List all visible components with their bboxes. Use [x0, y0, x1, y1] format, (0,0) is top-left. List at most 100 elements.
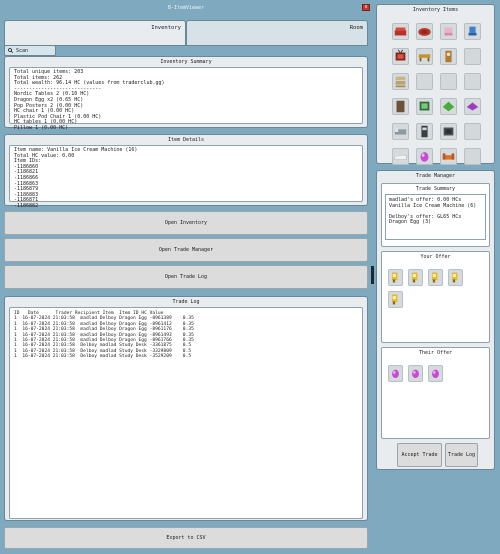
accept-trade-button[interactable]: Accept Trade: [397, 443, 442, 467]
scan-label: Scan: [16, 47, 29, 54]
inventory-item-slot[interactable]: [392, 48, 409, 65]
item-details-lines: Item name: Vanilla Ice Cream Machine (16…: [10, 146, 362, 212]
table-cell: -8961493: [149, 332, 183, 338]
their-offer-slot[interactable]: [428, 365, 443, 382]
trade-log-button[interactable]: Trade Log: [445, 443, 478, 467]
inventory-item-slot[interactable]: [392, 98, 409, 115]
trade-log-table[interactable]: ID Date Trader Recipient Item Item ID HC…: [9, 307, 363, 519]
table-cell: -8961176: [149, 327, 183, 333]
table-cell: madlad: [80, 327, 100, 333]
their-offer-slot[interactable]: [388, 365, 403, 382]
table-cell: 0.35: [182, 327, 200, 333]
tab-inventory-label: Inventory: [151, 25, 181, 31]
table-row[interactable]: 1 16-07-2024 21:03:58 Delboy madlad Stud…: [14, 354, 358, 359]
inventory-item-slot[interactable]: [440, 23, 457, 40]
tab-room[interactable]: Room: [186, 20, 368, 46]
your-offer-box: Your Offer: [381, 251, 490, 343]
your-offer-title: Your Offer: [420, 254, 451, 260]
your-offer-slot[interactable]: [428, 269, 443, 286]
table-cell: Delboy: [99, 316, 120, 322]
inventory-item-slot[interactable]: [440, 123, 457, 140]
inventory-item-slot[interactable]: [416, 98, 433, 115]
red-rug-icon: [418, 27, 431, 36]
orange-couch-icon: [442, 153, 455, 160]
table-cell: Delboy: [80, 343, 100, 349]
item-details-text[interactable]: Item name: Vanilla Ice Cream Machine (16…: [9, 145, 363, 209]
empty-slot[interactable]: [464, 123, 481, 140]
empty-slot[interactable]: [464, 48, 481, 65]
open-trade-log-button[interactable]: Open Trade Log: [4, 265, 368, 289]
trade-summary-line: Vanilla Ice Cream Machine (6): [389, 202, 477, 209]
table-cell: Dragon Egg: [119, 332, 150, 338]
inventory-item-slot[interactable]: [392, 23, 409, 40]
inventory-item-slot[interactable]: [440, 148, 457, 165]
table-cell: madlad: [80, 316, 100, 322]
splitter-handle[interactable]: [371, 266, 374, 284]
their-offer-slot[interactable]: [408, 365, 423, 382]
table-cell: 16-07-2024 21:03:58: [22, 343, 81, 349]
red-sofa-icon: [394, 27, 407, 36]
inventory-items-grid: [377, 15, 494, 165]
table-cell: 0.5: [182, 343, 200, 349]
empty-slot[interactable]: [464, 73, 481, 90]
yellow-chair-icon: [432, 272, 438, 283]
close-button[interactable]: x: [362, 4, 370, 11]
purple-rug-icon: [466, 102, 479, 111]
brown-panel-icon: [396, 100, 405, 113]
table-cell: madlad: [80, 332, 100, 338]
blue-chair-icon: [468, 26, 477, 36]
trade-log-title: Trade Log: [172, 299, 200, 305]
table-cell: 0.35: [182, 316, 200, 322]
clock-icon: [445, 50, 452, 63]
dark-crate-icon: [443, 127, 454, 136]
pink-chair-icon: [444, 27, 453, 36]
wooden-table-icon: [418, 54, 431, 62]
table-cell: 16-07-2024 21:03:58: [22, 332, 81, 338]
window-title: B-ItemViewer: [167, 5, 205, 11]
scan-button[interactable]: Scan: [4, 45, 56, 56]
empty-slot[interactable]: [440, 73, 457, 90]
trade-manager-panel: Trade Manager Trade Summary madlad's off…: [376, 170, 495, 470]
your-offer-slot[interactable]: [388, 269, 403, 286]
inventory-item-slot[interactable]: [392, 148, 409, 165]
inventory-item-slot[interactable]: [416, 123, 433, 140]
trade-summary-line: Dragon Egg (3): [389, 219, 432, 226]
inventory-item-slot[interactable]: [416, 48, 433, 65]
their-offer-title: Their Offer: [418, 350, 453, 356]
tab-room-label: Room: [349, 25, 363, 31]
trade-summary-title: Trade Summary: [415, 186, 456, 192]
inventory-item-slot[interactable]: [392, 73, 409, 90]
inventory-summary-lines: Total unique items: 203 Total items: 262 T…: [10, 68, 362, 134]
table-cell: Dragon Egg: [119, 327, 150, 333]
table-cell: 0.35: [182, 332, 200, 338]
inventory-items-panel: Inventory Items: [376, 4, 495, 165]
yellow-chair-icon: [452, 272, 458, 283]
inventory-item-slot[interactable]: [392, 123, 409, 140]
tab-inventory[interactable]: Inventory: [4, 20, 186, 46]
inventory-item-slot[interactable]: [416, 23, 433, 40]
export-csv-button[interactable]: Export to CSV: [4, 527, 368, 549]
inventory-item-slot[interactable]: [440, 48, 457, 65]
yellow-chair-icon: [392, 272, 398, 283]
purple-egg-icon: [412, 369, 419, 379]
inventory-summary-text[interactable]: Total unique items: 203 Total items: 262 T…: [9, 67, 363, 131]
your-offer-slot[interactable]: [388, 291, 403, 308]
inventory-item-slot[interactable]: [416, 148, 433, 165]
green-plant-icon: [442, 101, 455, 112]
inventory-item-slot[interactable]: [464, 98, 481, 115]
table-cell: Delboy: [99, 332, 120, 338]
empty-slot[interactable]: [416, 73, 433, 90]
trade-log-rows: ID Date Trader Recipient Item Item ID HC…: [10, 308, 362, 363]
trade-summary-text[interactable]: madlad's offer: 0.00 HCs Vanilla Ice Crea…: [385, 194, 486, 240]
purple-egg-icon: [432, 369, 439, 379]
your-offer-slot[interactable]: [408, 269, 423, 286]
empty-slot[interactable]: [464, 148, 481, 165]
your-offer-slot[interactable]: [448, 269, 463, 286]
dark-cabinet-icon: [421, 125, 428, 138]
inventory-item-slot[interactable]: [440, 98, 457, 115]
inventory-item-slot[interactable]: [464, 23, 481, 40]
trade-log-panel: Trade Log ID Date Trader Recipient Item …: [4, 296, 368, 521]
open-inventory-button[interactable]: Open Inventory: [4, 211, 368, 235]
open-trade-manager-button[interactable]: Open Trade Manager: [4, 238, 368, 262]
green-screen-icon: [419, 101, 430, 111]
